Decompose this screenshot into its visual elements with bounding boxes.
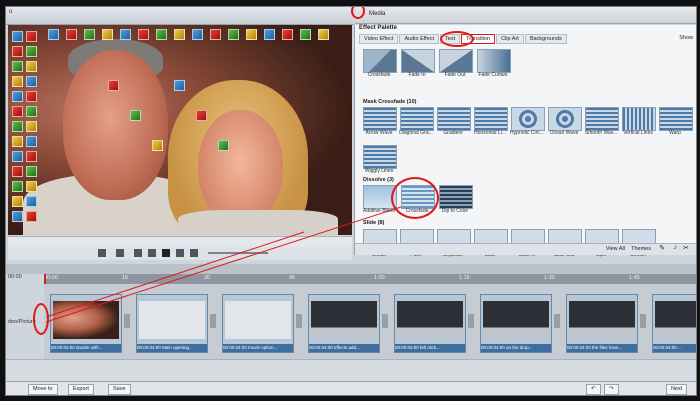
annotation-arrows — [45, 206, 402, 323]
app-window: o Media Effect Palette Video Effect Audi… — [5, 6, 697, 396]
